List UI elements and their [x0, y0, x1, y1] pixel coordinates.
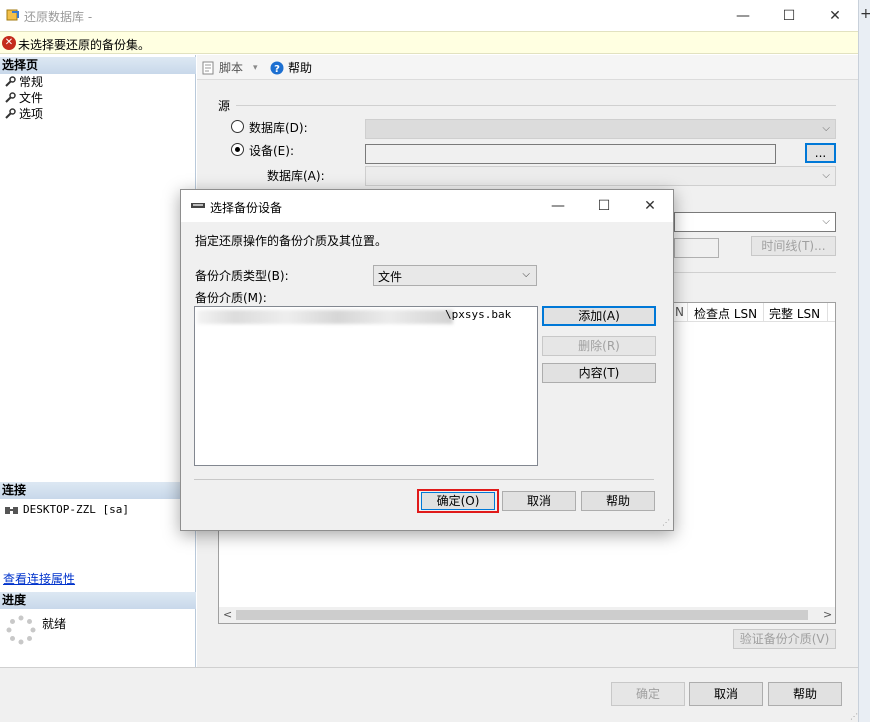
media-type-label: 备份介质类型(B):	[195, 269, 289, 283]
wrench-icon	[5, 107, 16, 119]
select-backup-device-dialog: 选择备份设备 — ☐ ✕ 指定还原操作的备份介质及其位置。 备份介质类型(B):…	[180, 189, 674, 531]
progress-status: 就绪	[42, 617, 67, 631]
minimize-button[interactable]: —	[720, 0, 766, 31]
redacted-path-image	[197, 310, 453, 324]
grid-col-separator	[827, 303, 828, 322]
grid-col-fragment: N	[675, 305, 684, 319]
progress-spinner-icon	[6, 615, 36, 645]
source-database-label: 数据库(A):	[267, 169, 325, 183]
timeline-button: 时间线(T)...	[751, 236, 836, 256]
destination-combo[interactable]: ⌵	[674, 212, 836, 232]
error-message: 未选择要还原的备份集。	[18, 38, 151, 52]
dialog-minimize-button[interactable]: —	[535, 190, 581, 222]
tape-drive-icon	[191, 203, 205, 208]
database-radio-label: 数据库(D):	[249, 121, 308, 135]
chevron-down-icon: ⌵	[822, 216, 830, 227]
toolbar: 脚本 ▾ ? 帮助	[197, 55, 858, 80]
restore-to-field	[674, 238, 719, 258]
connection-server: DESKTOP-ZZL [sa]	[4, 502, 129, 517]
scroll-left-icon[interactable]: <	[223, 608, 232, 621]
backup-media-list[interactable]: \pxsys.bak	[194, 306, 538, 466]
dialog-maximize-button[interactable]: ☐	[581, 190, 627, 222]
dialog-ok-button[interactable]: 确定(O)	[421, 492, 495, 510]
dialog-help-button[interactable]: 帮助	[581, 491, 655, 511]
chevron-down-icon[interactable]: ▾	[253, 63, 258, 73]
maximize-button[interactable]: ☐	[766, 0, 812, 31]
grid-hscrollbar[interactable]: < >	[219, 607, 835, 623]
scrollbar-thumb[interactable]	[236, 610, 808, 620]
view-connection-properties-link[interactable]: 查看连接属性	[3, 570, 75, 587]
dialog-close-button[interactable]: ✕	[627, 190, 673, 222]
svg-text:?: ?	[274, 64, 280, 75]
browse-device-button[interactable]: ...	[805, 143, 836, 163]
wrench-icon	[5, 75, 16, 87]
dialog-description: 指定还原操作的备份介质及其位置。	[195, 234, 388, 248]
media-item[interactable]: \pxsys.bak	[445, 308, 511, 321]
device-radio-label: 设备(E):	[249, 144, 294, 158]
add-media-button[interactable]: 添加(A)	[542, 306, 656, 326]
restore-db-icon	[6, 9, 19, 21]
grid-col-full-lsn[interactable]: 完整 LSN	[769, 305, 820, 322]
background-window-edge: +	[858, 0, 870, 722]
backup-sets-divider	[674, 272, 836, 273]
dialog-divider	[194, 479, 654, 480]
grid-col-checkpoint-lsn[interactable]: 检查点 LSN	[694, 305, 757, 322]
device-field[interactable]	[365, 144, 776, 164]
page-item-label: 文件	[19, 91, 44, 105]
window-title: 还原数据库 -	[24, 10, 93, 24]
device-radio[interactable]	[231, 143, 244, 156]
verify-media-button: 验证备份介质(V)	[733, 629, 836, 649]
left-pane: 选择页 常规 文件 选项 连接 DESKTOP-ZZL [sa] 查看连接属性 …	[0, 55, 196, 667]
media-contents-button[interactable]: 内容(T)	[542, 363, 656, 383]
page-item-options[interactable]: 选项	[4, 106, 43, 121]
script-icon	[202, 61, 214, 74]
remove-media-button: 删除(R)	[542, 336, 656, 356]
wrench-icon	[5, 91, 16, 103]
page-item-label: 常规	[19, 75, 44, 89]
help-toolbar-button[interactable]: ? 帮助	[270, 59, 312, 76]
server-connection-icon	[5, 506, 18, 514]
progress-header: 进度	[0, 592, 196, 609]
help-label: 帮助	[288, 61, 313, 75]
media-type-value: 文件	[378, 270, 403, 284]
grid-col-separator	[687, 303, 688, 322]
dialog-title: 选择备份设备	[210, 201, 283, 215]
select-page-header: 选择页	[0, 57, 196, 74]
resize-grip-icon[interactable]: ⋰	[662, 518, 670, 527]
error-icon: ✕	[2, 36, 16, 50]
chevron-down-icon: ⌵	[822, 170, 830, 181]
database-combo: ⌵	[365, 119, 836, 139]
grid-col-separator	[763, 303, 764, 322]
media-label: 备份介质(M):	[195, 291, 267, 305]
resize-grip-icon[interactable]: ⋰	[850, 712, 858, 721]
dialog-cancel-button[interactable]: 取消	[502, 491, 576, 511]
media-type-select[interactable]: 文件 ⌵	[373, 265, 537, 286]
help-icon: ?	[270, 61, 284, 75]
source-database-combo[interactable]: ⌵	[365, 166, 836, 186]
chevron-down-icon: ⌵	[822, 123, 830, 134]
window-titlebar: 还原数据库 - — ☐ ✕	[0, 0, 858, 31]
close-button[interactable]: ✕	[812, 0, 858, 31]
script-label: 脚本	[219, 61, 244, 75]
plus-icon: +	[860, 6, 870, 22]
error-banner: ✕ 未选择要还原的备份集。	[0, 31, 858, 54]
chevron-down-icon: ⌵	[522, 269, 530, 280]
source-divider	[236, 105, 836, 106]
page-item-files[interactable]: 文件	[4, 90, 43, 105]
dialog-titlebar: 选择备份设备 — ☐ ✕	[181, 190, 673, 222]
ok-button: 确定	[611, 682, 685, 706]
database-radio[interactable]	[231, 120, 244, 133]
connection-header: 连接	[0, 482, 196, 499]
page-item-label: 选项	[19, 107, 44, 121]
help-button[interactable]: 帮助	[768, 682, 842, 706]
script-button[interactable]: 脚本 ▾	[201, 59, 258, 76]
page-item-general[interactable]: 常规	[4, 74, 43, 89]
source-group-label: 源	[218, 99, 231, 113]
bottom-button-bar: 确定 取消 帮助 ⋰	[0, 667, 858, 722]
cancel-button[interactable]: 取消	[689, 682, 763, 706]
server-name: DESKTOP-ZZL [sa]	[23, 503, 129, 516]
scroll-right-icon[interactable]: >	[823, 608, 832, 621]
